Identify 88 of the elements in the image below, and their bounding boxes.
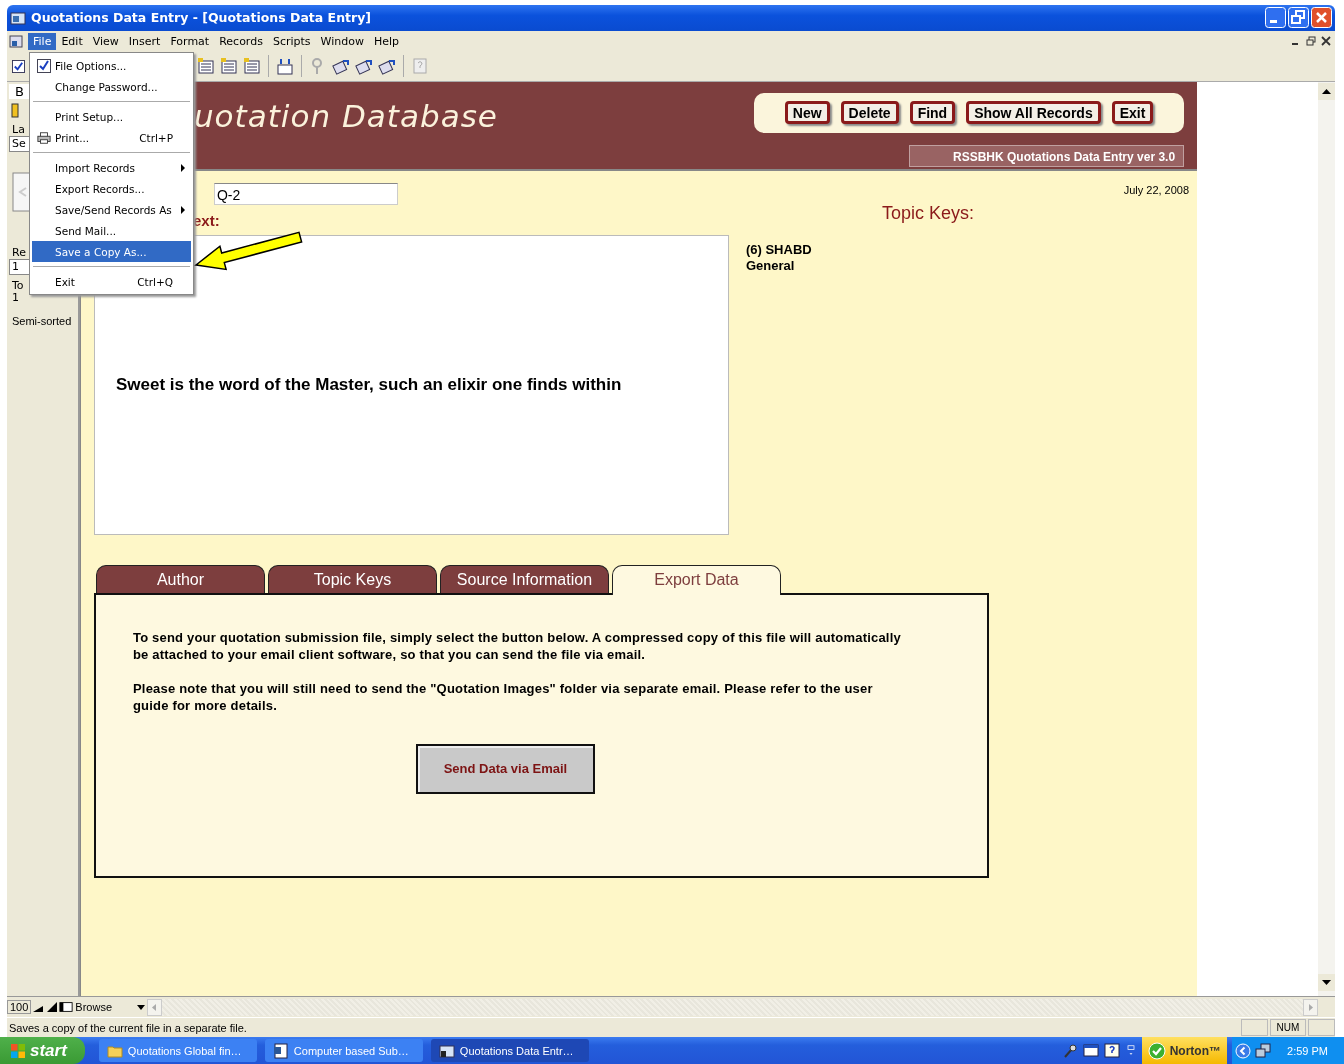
tab[interactable]: Author <box>95 564 265 593</box>
printer-icon <box>36 130 51 145</box>
book-icon[interactable] <box>12 171 32 212</box>
close-button[interactable] <box>1311 7 1332 29</box>
menu-item[interactable]: Import Records <box>32 157 191 178</box>
header-button[interactable]: Delete <box>840 101 899 125</box>
header-button[interactable]: Exit <box>1111 101 1154 125</box>
taskbar-button[interactable]: Computer based Sub… <box>264 1039 423 1062</box>
list-icon[interactable] <box>243 57 261 76</box>
window-title: Quotations Data Entry - [Quotations Data Entry] <box>31 10 373 26</box>
norton-status[interactable]: Norton™ <box>1141 1037 1228 1064</box>
check-icon <box>1147 1041 1166 1060</box>
num-lock-indicator: NUM <box>1270 1019 1306 1036</box>
topic-key: (6) SHABD <box>745 241 1190 258</box>
instruction-text: Please note that you will still need to send the "Quotation Images" folder via separate email. Please refer to the user guide for more details. <box>132 679 874 714</box>
tab[interactable]: Topic Keys <box>267 564 437 593</box>
menu-item[interactable]: Save a Copy As... <box>32 241 191 262</box>
minimize-button[interactable] <box>1265 7 1286 29</box>
menu-item[interactable]: Print... Ctrl+P <box>32 127 191 148</box>
header-button[interactable]: Show All Records <box>966 101 1101 125</box>
menu-item[interactable]: Scripts <box>267 32 316 50</box>
document-icon <box>272 1042 289 1059</box>
sort-status: Semi-sorted <box>11 314 72 328</box>
layout-label: La <box>11 122 25 136</box>
status-pane <box>1241 1019 1268 1036</box>
chevron-icon[interactable] <box>1235 1042 1252 1059</box>
scroll-up-icon[interactable] <box>1318 82 1335 100</box>
record-label: Re <box>11 245 26 259</box>
header-button[interactable]: New <box>784 101 830 125</box>
microphone-icon[interactable] <box>1061 1042 1078 1059</box>
database-title: uotation Database <box>193 97 498 136</box>
tab[interactable]: Source Information <box>439 564 609 593</box>
menu-item[interactable]: Format <box>165 32 215 50</box>
sort-icon[interactable] <box>276 57 294 76</box>
maximize-button[interactable] <box>1288 7 1309 29</box>
taskbar-button[interactable]: Quotations Data Entr… <box>430 1039 589 1062</box>
app-icon <box>438 1042 455 1059</box>
menu-item[interactable]: Print Setup... <box>32 106 191 127</box>
text-label: ext: <box>192 211 221 229</box>
windows-logo-icon <box>10 1042 26 1059</box>
status-text: Saves a copy of the current file in a separate file. <box>8 1021 248 1034</box>
scroll-down-icon[interactable] <box>1318 974 1335 992</box>
app-icon <box>10 9 26 26</box>
menu-item[interactable]: Edit <box>56 32 88 50</box>
caret-icon <box>137 1004 146 1010</box>
send-email-button[interactable]: Send Data via Email <box>415 743 595 794</box>
menu-item[interactable]: Export Records... <box>32 178 191 199</box>
taskbar-button[interactable]: Quotations Global fin… <box>98 1039 257 1062</box>
total-label: To <box>11 278 24 292</box>
header-button[interactable]: Find <box>909 101 956 125</box>
total-count: 1 <box>11 291 19 303</box>
records-icon[interactable] <box>378 57 396 76</box>
date-text: July 22, 2008 <box>1123 183 1190 196</box>
book-tab[interactable]: B <box>9 83 30 99</box>
mode-dropdown[interactable]: Browse <box>73 1001 148 1014</box>
version-label: RSSBHK Quotations Data Entry ver 3.0 <box>909 144 1185 167</box>
checkbox-icon[interactable] <box>12 59 25 73</box>
topic-key: General <box>745 257 1190 274</box>
records-icon[interactable] <box>355 57 373 76</box>
menu-item[interactable]: View <box>87 32 124 50</box>
quotation-id-field[interactable]: Q-2 <box>213 182 398 205</box>
menu-item[interactable]: Insert <box>123 32 166 50</box>
status-toggle-icon[interactable] <box>59 1000 74 1015</box>
topic-keys-label: Topic Keys: <box>881 202 975 224</box>
menu-item[interactable]: File Options... <box>32 55 191 76</box>
restore-icon[interactable] <box>1306 36 1316 47</box>
menu-item[interactable]: Save/Send Records As <box>32 199 191 220</box>
records-icon[interactable] <box>332 57 350 76</box>
instruction-text: To send your quotation submission file, simply select the button below. A compressed copy of this file will automatically be attached to your email client software, so that you can send the file via email. <box>132 628 902 663</box>
clock: 2:59 PM <box>1287 1044 1328 1057</box>
menu-item[interactable]: Window <box>315 32 369 50</box>
pencil-icon <box>11 102 19 119</box>
close-icon[interactable] <box>1321 36 1331 47</box>
menu-item[interactable]: Help <box>368 32 404 50</box>
status-pane <box>1308 1019 1335 1036</box>
zoom-in-icon[interactable] <box>45 1000 60 1015</box>
vertical-scrollbar[interactable] <box>1318 81 1335 997</box>
menu-item[interactable]: Records <box>214 32 268 50</box>
help-icon <box>411 57 429 76</box>
menu-item[interactable]: Change Password... <box>32 76 191 97</box>
network-icon[interactable] <box>1255 1042 1272 1059</box>
tab[interactable]: Export Data <box>611 564 781 595</box>
zoom-level[interactable]: 100 <box>7 1000 32 1015</box>
document-icon[interactable] <box>9 33 25 50</box>
list-icon[interactable] <box>197 57 215 76</box>
help-icon[interactable] <box>1103 1042 1120 1059</box>
menu-item[interactable]: File <box>28 32 57 50</box>
list-icon[interactable] <box>220 57 238 76</box>
